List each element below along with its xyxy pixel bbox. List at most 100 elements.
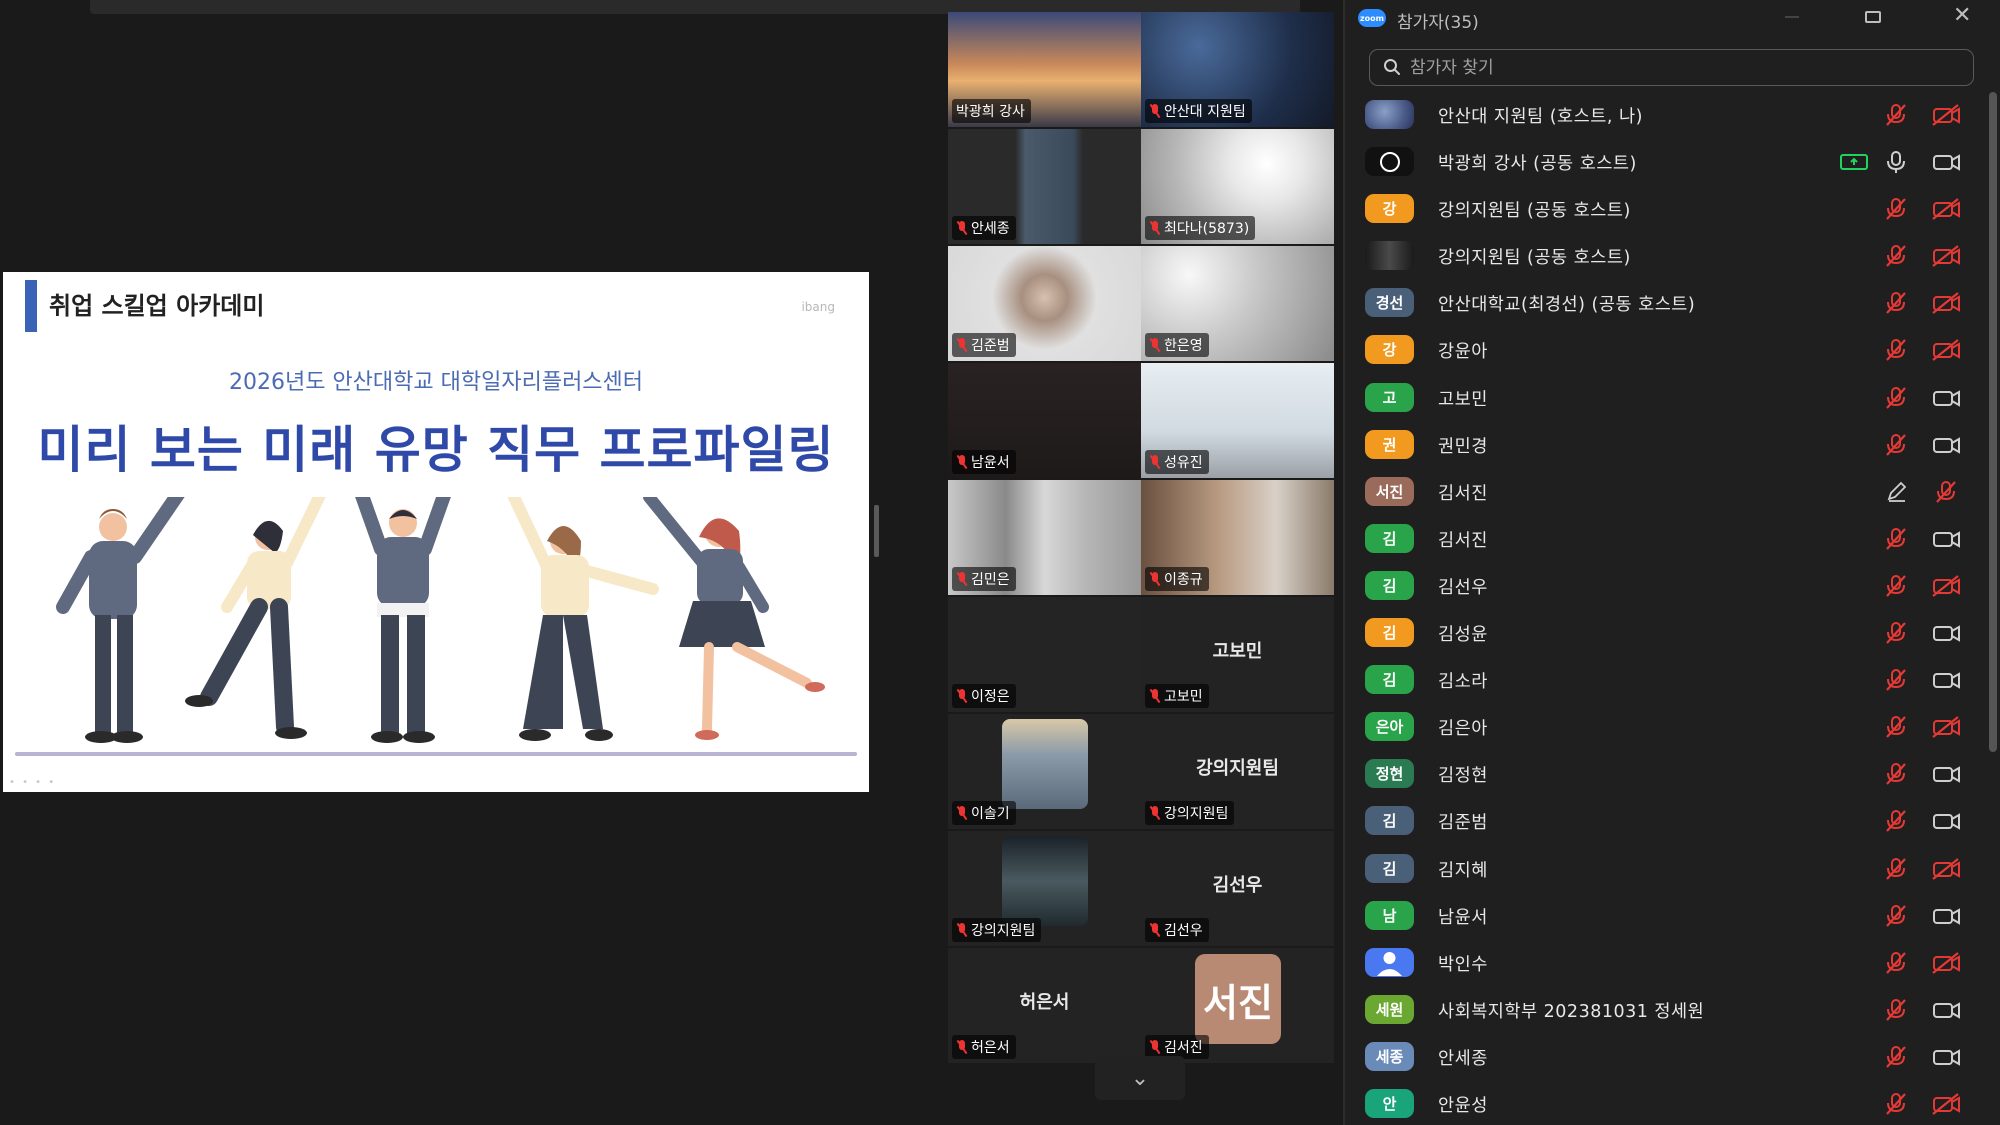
participant-row[interactable]: 안 안윤성: [1345, 1080, 1985, 1125]
video-off-icon[interactable]: [1931, 197, 1961, 221]
video-icon[interactable]: [1931, 809, 1961, 833]
mic-muted-icon[interactable]: [1881, 762, 1911, 786]
participants-panel-header: zoom 참가자(35) ✕: [1345, 0, 2000, 38]
participant-row[interactable]: 은아 김은아: [1345, 703, 1985, 750]
video-tile[interactable]: 강의지원팀 강의지원팀: [1141, 714, 1334, 829]
mic-muted-icon[interactable]: [1881, 951, 1911, 975]
video-tile[interactable]: 안세종: [948, 129, 1141, 244]
participant-row[interactable]: 김 김지혜: [1345, 845, 1985, 892]
video-off-icon[interactable]: [1931, 103, 1961, 127]
video-icon[interactable]: [1931, 668, 1961, 692]
video-tile[interactable]: 한은영: [1141, 246, 1334, 361]
mic-muted-icon[interactable]: [1881, 433, 1911, 457]
video-tile[interactable]: 강의지원팀: [948, 831, 1141, 946]
video-tile[interactable]: 이정은: [948, 597, 1141, 712]
rename-pencil-icon[interactable]: [1881, 480, 1911, 504]
mic-muted-icon[interactable]: [1881, 857, 1911, 881]
video-icon[interactable]: [1931, 150, 1961, 174]
participant-row[interactable]: 박광희 강사 (공동 호스트): [1345, 138, 1985, 185]
video-tile[interactable]: 김민은: [948, 480, 1141, 595]
participant-row[interactable]: 세원 사회복지학부 202381031 정세원: [1345, 986, 1985, 1033]
video-off-icon[interactable]: [1931, 244, 1961, 268]
participant-row[interactable]: 박인수: [1345, 939, 1985, 986]
video-tile[interactable]: 고보민 고보민: [1141, 597, 1334, 712]
mic-muted-icon[interactable]: [1881, 1092, 1911, 1116]
mic-muted-icon[interactable]: [1881, 1045, 1911, 1069]
mic-muted-icon[interactable]: [1881, 338, 1911, 362]
tile-name-text: 최다나(5873): [1164, 221, 1250, 237]
mic-muted-icon[interactable]: [1881, 809, 1911, 833]
mic-muted-icon[interactable]: [1931, 480, 1961, 504]
video-icon[interactable]: [1931, 762, 1961, 786]
tile-display-name: 허은서: [1019, 992, 1070, 1013]
video-icon[interactable]: [1931, 904, 1961, 928]
mic-muted-icon[interactable]: [1881, 574, 1911, 598]
video-icon[interactable]: [1931, 386, 1961, 410]
participant-row[interactable]: 강 강의지원팀 (공동 호스트): [1345, 185, 1985, 232]
mic-muted-icon: [956, 806, 968, 820]
video-tile[interactable]: 성유진: [1141, 363, 1334, 478]
mic-muted-icon[interactable]: [1881, 103, 1911, 127]
mic-muted-icon[interactable]: [1881, 197, 1911, 221]
zoom-logo-icon: zoom: [1358, 9, 1386, 27]
participant-row[interactable]: 서진 김서진: [1345, 468, 1985, 515]
video-tile[interactable]: 허은서 허은서: [948, 948, 1141, 1063]
video-icon[interactable]: [1931, 621, 1961, 645]
person-5-figure: [643, 497, 825, 740]
tile-name-text: 안세종: [971, 221, 1010, 237]
participant-row[interactable]: 김 김성윤: [1345, 609, 1985, 656]
participant-row[interactable]: 강의지원팀 (공동 호스트): [1345, 232, 1985, 279]
video-tile[interactable]: 김선우 김선우: [1141, 831, 1334, 946]
mic-muted-icon[interactable]: [1881, 904, 1911, 928]
gallery-next-page-button[interactable]: ⌄: [1095, 1056, 1185, 1100]
video-off-icon[interactable]: [1931, 574, 1961, 598]
close-icon[interactable]: ✕: [1953, 3, 1971, 28]
mic-muted-icon[interactable]: [1881, 621, 1911, 645]
participant-row[interactable]: 경선 안산대학교(최경선) (공동 호스트): [1345, 279, 1985, 326]
participant-row[interactable]: 김 김준범: [1345, 797, 1985, 844]
pop-out-icon[interactable]: [1865, 11, 1881, 23]
minimize-icon[interactable]: [1785, 16, 1799, 18]
participant-row[interactable]: 김 김소라: [1345, 656, 1985, 703]
mic-muted-icon[interactable]: [1881, 715, 1911, 739]
video-tile[interactable]: 안산대 지원팀: [1141, 12, 1334, 127]
video-icon[interactable]: [1931, 998, 1961, 1022]
participant-row[interactable]: 김 김선우: [1345, 562, 1985, 609]
video-off-icon[interactable]: [1931, 1092, 1961, 1116]
mic-muted-icon[interactable]: [1881, 998, 1911, 1022]
video-tile[interactable]: 서진 김서진: [1141, 948, 1334, 1063]
video-icon[interactable]: [1931, 433, 1961, 457]
mic-icon[interactable]: [1881, 150, 1911, 174]
participant-row[interactable]: 남 남윤서: [1345, 892, 1985, 939]
panel-splitter-handle[interactable]: [874, 505, 879, 557]
mic-muted-icon[interactable]: [1881, 291, 1911, 315]
participant-row[interactable]: 세종 안세종: [1345, 1033, 1985, 1080]
mic-muted-icon[interactable]: [1881, 527, 1911, 551]
video-off-icon[interactable]: [1931, 291, 1961, 315]
mic-muted-icon[interactable]: [1881, 244, 1911, 268]
video-tile[interactable]: 남윤서: [948, 363, 1141, 478]
participant-row[interactable]: 고 고보민: [1345, 374, 1985, 421]
video-tile[interactable]: 이종규: [1141, 480, 1334, 595]
mic-muted-icon[interactable]: [1881, 386, 1911, 410]
video-icon[interactable]: [1931, 1045, 1961, 1069]
participant-list-scrollbar[interactable]: [1989, 92, 1997, 752]
participant-row[interactable]: 강 강윤아: [1345, 326, 1985, 373]
video-off-icon[interactable]: [1931, 857, 1961, 881]
participant-row[interactable]: 권 권민경: [1345, 421, 1985, 468]
participant-row[interactable]: 안산대 지원팀 (호스트, 나): [1345, 91, 1985, 138]
video-off-icon[interactable]: [1931, 715, 1961, 739]
video-off-icon[interactable]: [1931, 951, 1961, 975]
video-tile[interactable]: 이솔기: [948, 714, 1141, 829]
video-off-icon[interactable]: [1931, 338, 1961, 362]
video-tile[interactable]: 박광희 강사: [948, 12, 1141, 127]
mic-muted-icon: [1149, 572, 1161, 586]
participant-search-input[interactable]: [1369, 49, 1974, 86]
participant-row[interactable]: 김 김서진: [1345, 515, 1985, 562]
mic-muted-icon[interactable]: [1881, 668, 1911, 692]
video-tile[interactable]: 김준범: [948, 246, 1141, 361]
video-icon[interactable]: [1931, 527, 1961, 551]
video-tile[interactable]: 최다나(5873): [1141, 129, 1334, 244]
participant-row[interactable]: 정현 김정현: [1345, 750, 1985, 797]
tile-name-label: 안산대 지원팀: [1145, 99, 1252, 123]
